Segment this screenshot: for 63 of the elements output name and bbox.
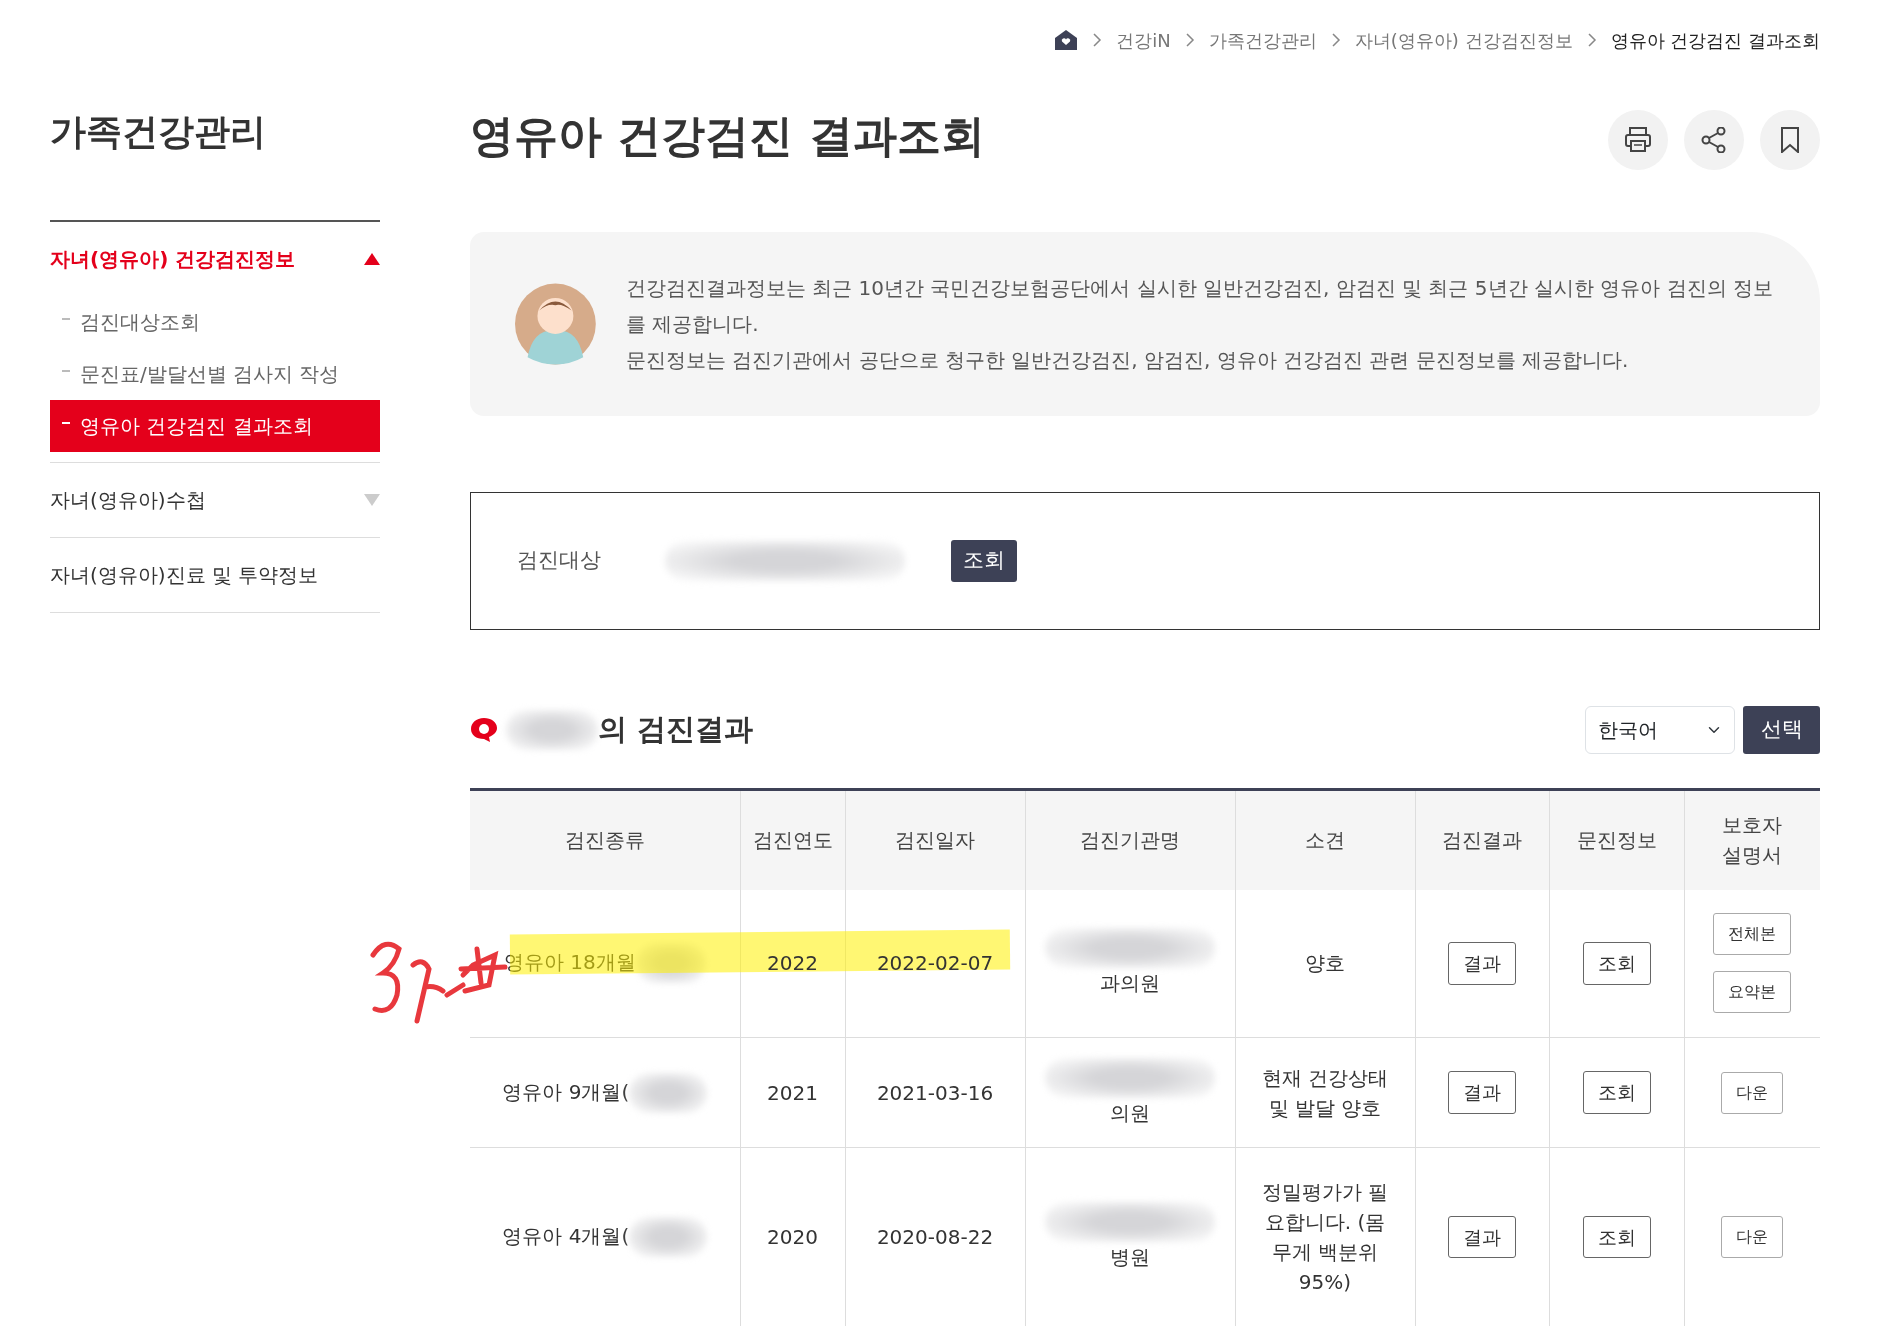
column-header: 문진정보	[1549, 789, 1684, 890]
table-cell: 영유아 9개월(	[502, 1079, 630, 1103]
share-icon	[1701, 127, 1727, 153]
select-button[interactable]: 선택	[1743, 706, 1820, 754]
column-header: 보호자 설명서	[1684, 789, 1820, 890]
sidebar-subitem[interactable]: 영유아 건강검진 결과조회	[50, 400, 380, 452]
print-icon	[1625, 127, 1651, 153]
dash-icon	[62, 370, 70, 372]
table-cell: 2022-02-07	[845, 889, 1025, 1038]
table-cell: 양호	[1235, 889, 1415, 1038]
breadcrumb-link[interactable]: 가족건강관리	[1208, 26, 1317, 54]
sidebar-subitem[interactable]: 문진표/발달선별 검사지 작성	[50, 348, 380, 400]
sidebar-item[interactable]: 자녀(영유아)수첩	[50, 485, 206, 515]
breadcrumb-link[interactable]: 영유아 건강검진 결과조회	[1610, 26, 1820, 54]
table-cell: 2020	[740, 1147, 845, 1326]
results-title: 의 검진결과	[598, 711, 754, 749]
search-button[interactable]: 조회	[951, 540, 1017, 582]
home-icon[interactable]	[1054, 29, 1079, 51]
result-button[interactable]: 결과	[1448, 1071, 1516, 1114]
dash-icon	[62, 318, 70, 320]
dash-icon	[62, 422, 70, 424]
search-label: 검진대상	[517, 547, 602, 575]
sidebar-title: 가족건강관리	[50, 80, 380, 222]
table-cell: 2021	[740, 1037, 845, 1148]
expand-triangle-icon[interactable]	[364, 253, 380, 265]
table-cell: 2022	[740, 889, 845, 1038]
column-header: 소견	[1235, 789, 1415, 890]
table-cell-text: 과의원	[1100, 970, 1160, 998]
column-header: 검진결과	[1415, 789, 1549, 890]
table-cell: 2020-08-22	[845, 1147, 1025, 1326]
inquiry-button[interactable]: 조회	[1582, 942, 1651, 985]
column-header: 검진일자	[845, 789, 1025, 890]
column-header: 검진종류	[470, 789, 740, 890]
location-pin-icon	[470, 717, 498, 743]
table-cell: 정밀평가가 필요합니다. (몸무게 백분위 95%)	[1235, 1147, 1415, 1326]
sidebar-item[interactable]: 자녀(영유아)진료 및 투약정보	[50, 560, 319, 590]
chevron-icon	[1330, 33, 1341, 47]
table-cell: 현재 건강상태 및 발달 양호	[1235, 1037, 1415, 1148]
page-title: 영유아 건강검진 결과조회	[470, 110, 985, 163]
breadcrumb-link[interactable]: 건강iN	[1116, 26, 1171, 54]
sidebar-item[interactable]: 자녀(영유아) 건강검진정보	[50, 244, 296, 274]
table-cell-text: 병원	[1110, 1243, 1150, 1271]
guide-button[interactable]: 전체본	[1713, 913, 1792, 956]
chevron-icon	[1586, 33, 1597, 47]
info-text: 건강검진결과정보는 최근 10년간 국민건강보험공단에서 실시한 일반건강검진, 암검진 및 최근 5년간 실시한 영유아 검진의 정보를 제공합니다.	[625, 275, 1774, 338]
info-text: 문진정보는 검진기관에서 공단으로 청구한 일반건강검진, 암검진, 영유아 건강검진 관련 문진정보를 제공합니다.	[625, 347, 1630, 374]
guide-button[interactable]: 다운	[1721, 1215, 1784, 1258]
result-button[interactable]: 결과	[1448, 942, 1516, 985]
chevron-icon	[1092, 33, 1103, 47]
result-button[interactable]: 결과	[1448, 1215, 1516, 1258]
breadcrumb-link[interactable]: 자녀(영유아) 건강검진정보	[1354, 26, 1573, 54]
inquiry-button[interactable]: 조회	[1582, 1215, 1651, 1258]
column-header: 검진연도	[740, 789, 845, 890]
table-cell-text: 의원	[1110, 1099, 1150, 1127]
sidebar-subitem[interactable]: 검진대상조회	[50, 296, 380, 348]
language-select[interactable]: 한국어	[1585, 706, 1735, 754]
guide-button[interactable]: 요약본	[1713, 971, 1792, 1014]
guide-button[interactable]: 다운	[1721, 1071, 1784, 1114]
chevron-icon	[1184, 33, 1195, 47]
table-cell: 2021-03-16	[845, 1037, 1025, 1148]
table-cell: 영유아 4개월(	[502, 1223, 630, 1248]
inquiry-button[interactable]: 조회	[1582, 1071, 1651, 1114]
column-header: 검진기관명	[1025, 789, 1235, 890]
